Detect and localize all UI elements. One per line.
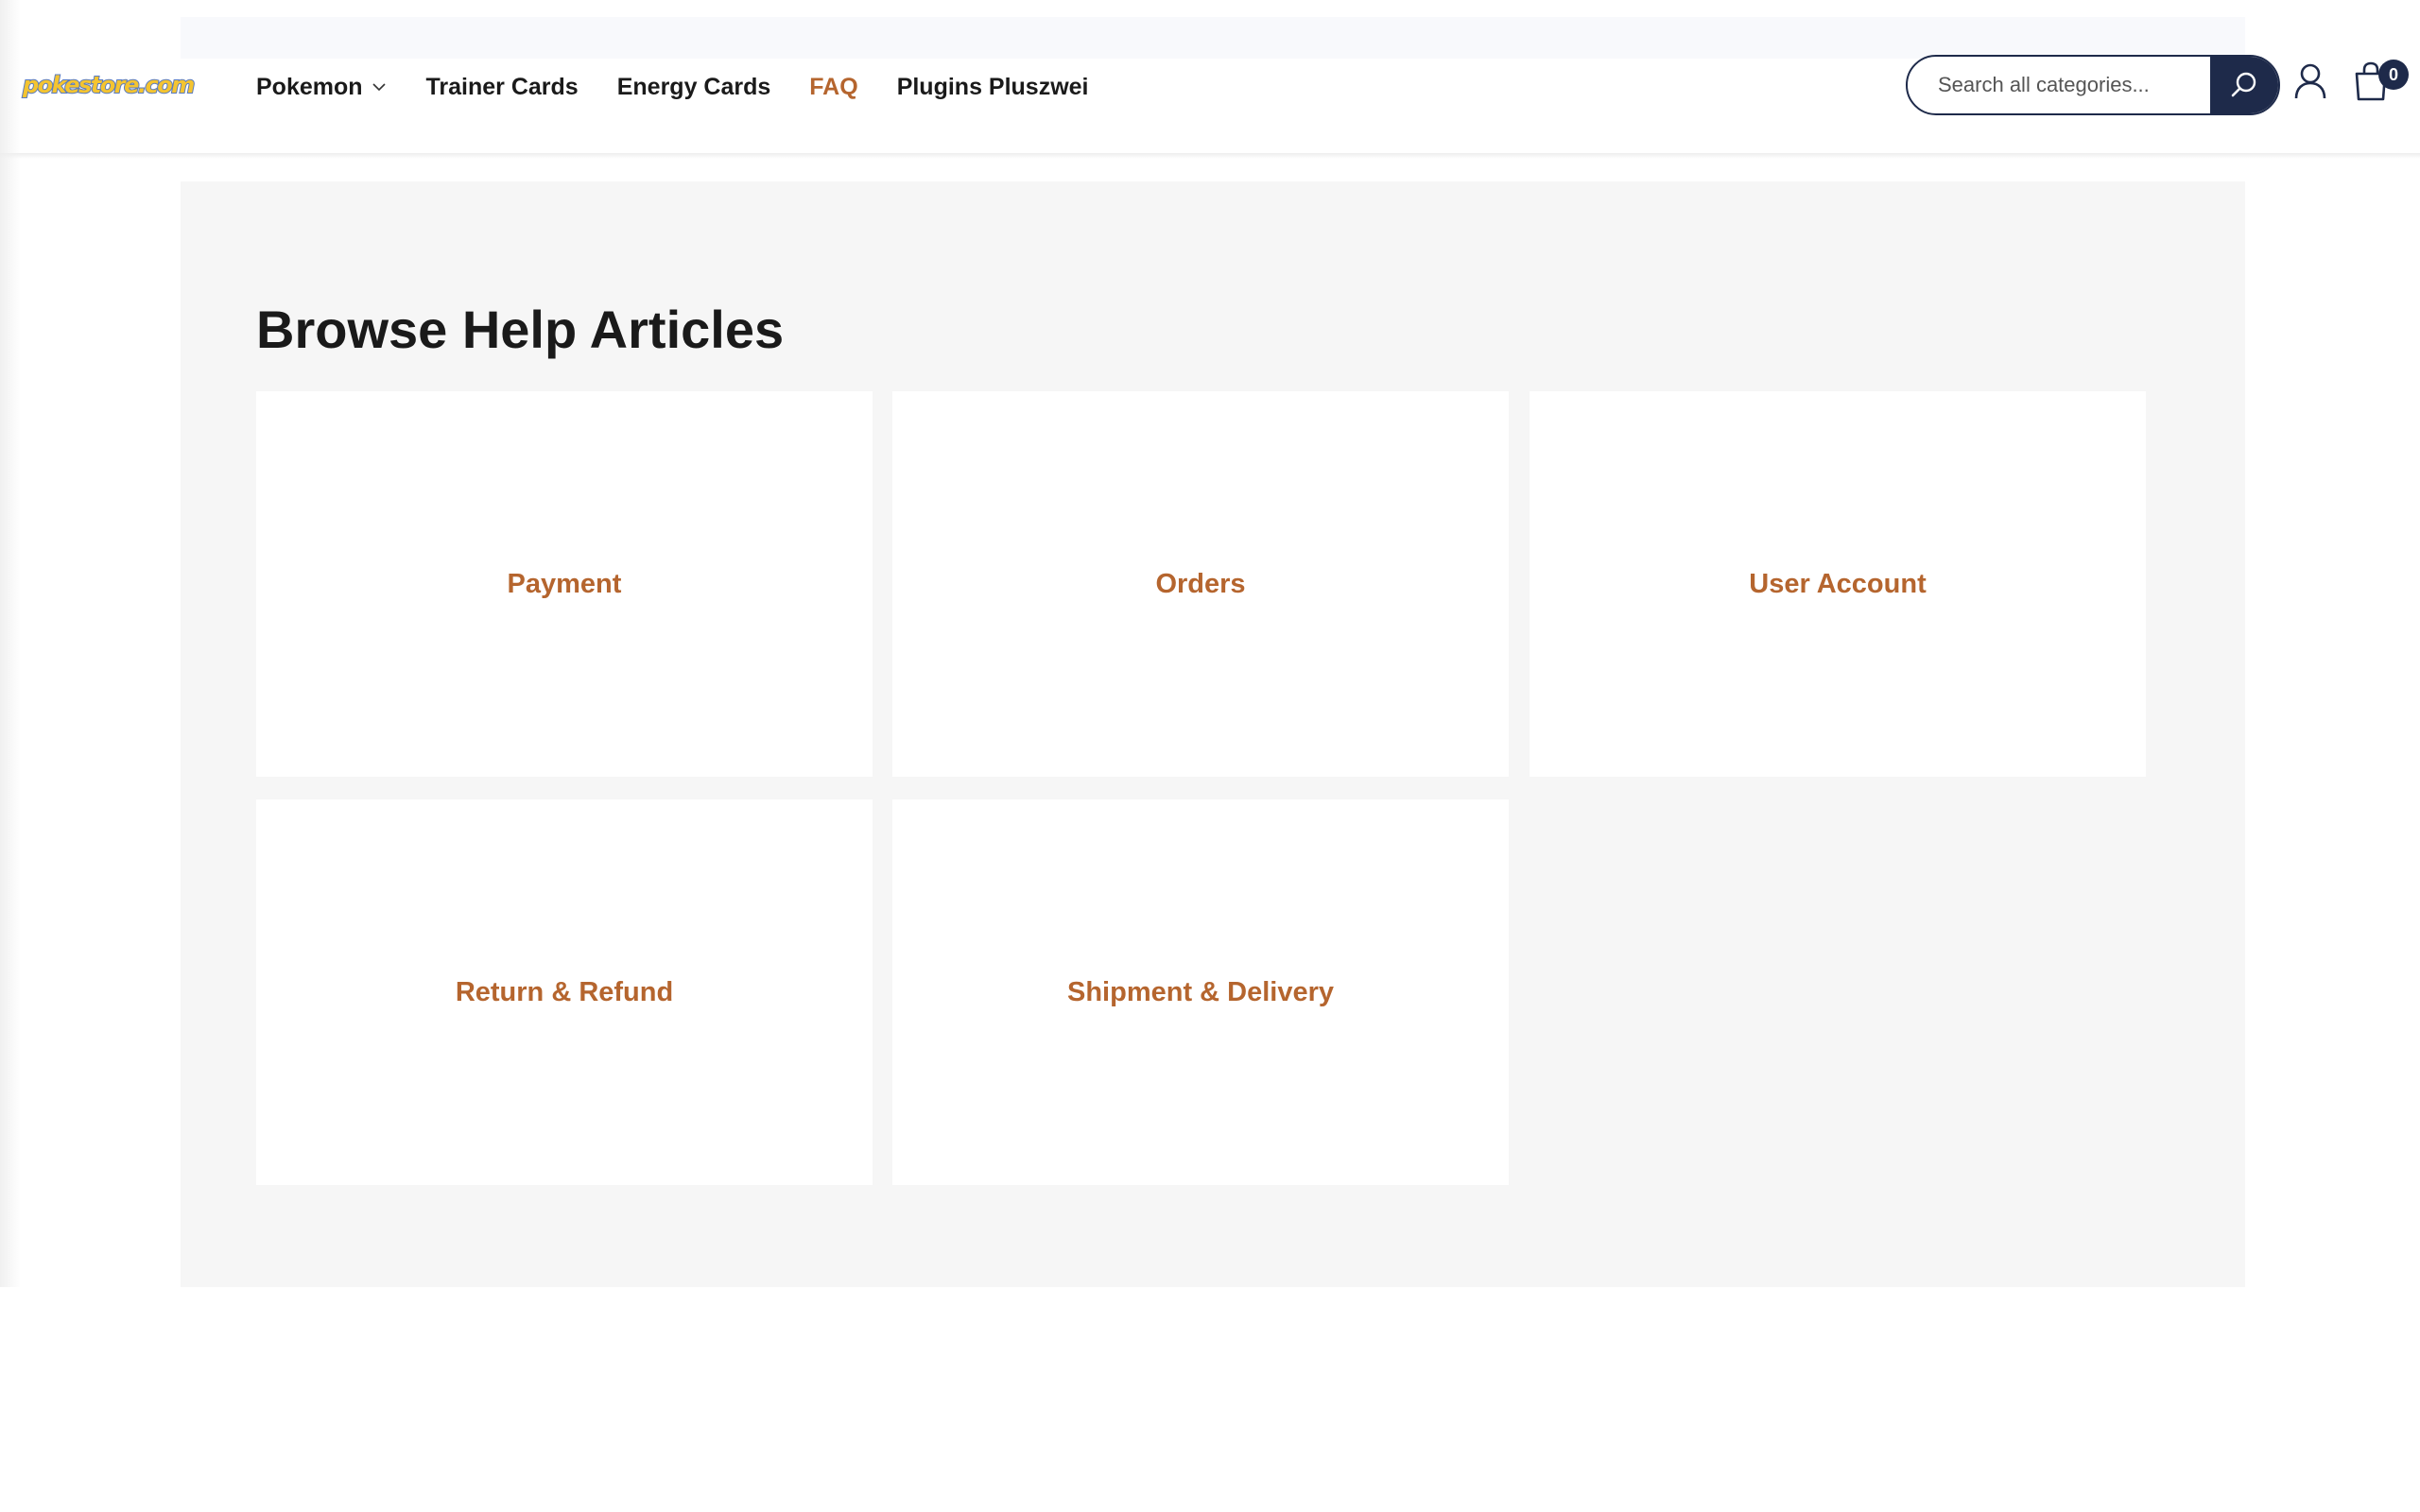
category-label: Return & Refund bbox=[455, 976, 674, 1007]
nav-item-trainer-cards[interactable]: Trainer Cards bbox=[426, 74, 579, 101]
page-edge-shadow bbox=[0, 0, 21, 1287]
main-nav: Pokemon Trainer Cards Energy Cards FAQ P… bbox=[256, 59, 1128, 115]
logo-text: pokestore.com bbox=[22, 71, 196, 99]
nav-item-faq[interactable]: FAQ bbox=[809, 74, 857, 101]
chevron-down-icon bbox=[372, 83, 386, 92]
header-divider bbox=[0, 153, 2420, 159]
help-articles-section: Browse Help Articles Payment Orders User… bbox=[181, 181, 2245, 1287]
user-icon[interactable] bbox=[2292, 62, 2328, 100]
category-card-payment[interactable]: Payment bbox=[256, 391, 873, 777]
page-title: Browse Help Articles bbox=[256, 300, 785, 359]
category-card-return-refund[interactable]: Return & Refund bbox=[256, 799, 873, 1185]
cart-count-badge: 0 bbox=[2378, 60, 2409, 90]
top-strip bbox=[181, 17, 2245, 59]
search-button[interactable] bbox=[2210, 57, 2278, 113]
nav-item-label: Pokemon bbox=[256, 73, 363, 100]
search-input[interactable] bbox=[1908, 57, 2210, 113]
nav-item-pokemon[interactable]: Pokemon bbox=[256, 74, 388, 101]
category-label: Payment bbox=[507, 568, 622, 599]
category-label: Shipment & Delivery bbox=[1066, 976, 1335, 1007]
search-icon bbox=[2231, 72, 2256, 97]
site-logo[interactable]: pokestore.com bbox=[22, 66, 196, 104]
nav-item-plugins-pluszwei[interactable]: Plugins Pluszwei bbox=[897, 74, 1089, 101]
category-card-orders[interactable]: Orders bbox=[892, 391, 1509, 777]
search-bar bbox=[1906, 55, 2280, 115]
category-card-shipment-delivery[interactable]: Shipment & Delivery bbox=[892, 799, 1509, 1185]
category-card-user-account[interactable]: User Account bbox=[1530, 391, 2146, 777]
category-label: Orders bbox=[1155, 568, 1246, 599]
nav-item-energy-cards[interactable]: Energy Cards bbox=[617, 74, 771, 101]
category-label: User Account bbox=[1749, 568, 1927, 599]
